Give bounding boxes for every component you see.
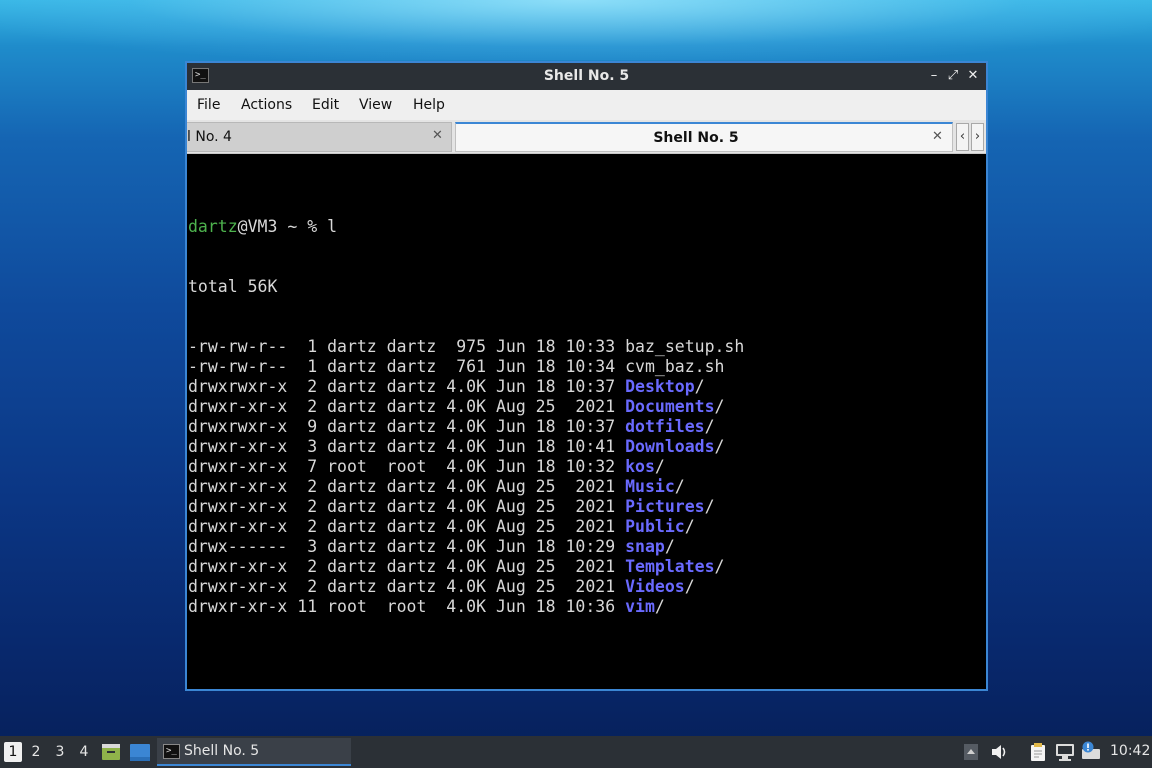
entry-suffix: / <box>714 557 725 576</box>
directory-name: Videos <box>625 577 685 596</box>
workspace-4[interactable]: 4 <box>75 742 93 762</box>
workspace-2[interactable]: 2 <box>27 742 45 762</box>
terminal-output[interactable]: dartz@VM3 ~ % l total 56K -rw-rw-r-- 1 d… <box>187 155 986 689</box>
file-manager-icon[interactable] <box>101 743 121 765</box>
task-label: Shell No. 5 <box>184 743 260 759</box>
entry-suffix: / <box>714 397 725 416</box>
entry-suffix: / <box>664 537 675 556</box>
ls-entry: drwxr-xr-x 2 dartz dartz 4.0K Aug 25 202… <box>188 397 744 417</box>
ls-entry: drwxr-xr-x 11 root root 4.0K Jun 18 10:3… <box>188 597 744 617</box>
menu-help[interactable]: Help <box>413 97 445 113</box>
network-icon[interactable] <box>1055 743 1075 765</box>
ls-entry: drwxr-xr-x 2 dartz dartz 4.0K Aug 25 202… <box>188 497 744 517</box>
maximize-button[interactable]: ⤢ <box>945 67 961 85</box>
title-bar[interactable]: >_ Shell No. 5 – ⤢ ✕ <box>187 63 986 90</box>
file-name: baz_setup.sh <box>625 337 745 356</box>
menu-view[interactable]: View <box>359 97 392 113</box>
ls-entry: -rw-rw-r-- 1 dartz dartz 761 Jun 18 10:3… <box>188 357 744 377</box>
entry-meta: -rw-rw-r-- 1 dartz dartz 975 Jun 18 10:3… <box>188 337 626 356</box>
entry-meta: drwxr-xr-x 2 dartz dartz 4.0K Aug 25 202… <box>188 497 626 516</box>
tab-scroll-left-icon[interactable]: ‹ <box>956 123 969 151</box>
ls-entry: -rw-rw-r-- 1 dartz dartz 975 Jun 18 10:3… <box>188 337 744 357</box>
total-line: total 56K <box>188 277 278 296</box>
ls-entry: drwxr-xr-x 2 dartz dartz 4.0K Aug 25 202… <box>188 477 744 497</box>
directory-name: Public <box>625 517 685 536</box>
entry-suffix: / <box>704 497 715 516</box>
tab-label: l No. 4 <box>187 129 232 145</box>
workspace-1[interactable]: 1 <box>4 742 22 762</box>
directory-name: Pictures <box>625 497 705 516</box>
directory-name: Desktop <box>625 377 695 396</box>
prompt-line: dartz@VM3 ~ % l <box>188 217 744 237</box>
entry-meta: drwxr-xr-x 2 dartz dartz 4.0K Aug 25 202… <box>188 477 626 496</box>
ls-entry: drwxr-xr-x 3 dartz dartz 4.0K Jun 18 10:… <box>188 437 744 457</box>
entry-meta: drwxrwxr-x 9 dartz dartz 4.0K Jun 18 10:… <box>188 417 626 436</box>
command-text: l <box>327 217 338 236</box>
ls-entry: drwxrwxr-x 9 dartz dartz 4.0K Jun 18 10:… <box>188 417 744 437</box>
ls-entry: drwx------ 3 dartz dartz 4.0K Jun 18 10:… <box>188 537 744 557</box>
directory-name: Music <box>625 477 675 496</box>
terminal-window: >_ Shell No. 5 – ⤢ ✕ File Actions Edit V… <box>185 61 988 691</box>
entry-suffix: / <box>674 477 685 496</box>
entry-meta: drwxr-xr-x 3 dartz dartz 4.0K Jun 18 10:… <box>188 437 626 456</box>
tab-shell-4[interactable]: l No. 4 ✕ <box>187 122 452 152</box>
entry-suffix: / <box>654 457 665 476</box>
clock[interactable]: 10:42 <box>1110 743 1150 759</box>
tab-close-icon[interactable]: ✕ <box>432 128 443 143</box>
clipboard-icon[interactable] <box>1028 742 1048 766</box>
entry-meta: drwxr-xr-x 11 root root 4.0K Jun 18 10:3… <box>188 597 626 616</box>
directory-name: Documents <box>625 397 715 416</box>
ls-entry: drwxr-xr-x 7 root root 4.0K Jun 18 10:32… <box>188 457 744 477</box>
taskbar: 1 2 3 4 >_ Shell No. 5 10:42 <box>0 736 1152 768</box>
file-name: cvm_baz.sh <box>625 357 725 376</box>
directory-name: Downloads <box>625 437 715 456</box>
tab-shell-5[interactable]: Shell No. 5 ✕ <box>455 122 953 152</box>
entry-suffix: / <box>684 577 695 596</box>
entry-suffix: / <box>714 437 725 456</box>
volume-icon[interactable] <box>991 744 1009 764</box>
window-title: Shell No. 5 <box>543 68 630 84</box>
tab-bar: l No. 4 ✕ Shell No. 5 ✕ ‹ › <box>187 120 986 154</box>
entry-meta: drwxr-xr-x 7 root root 4.0K Jun 18 10:32 <box>188 457 626 476</box>
directory-name: vim <box>625 597 655 616</box>
ls-entry: drwxr-xr-x 2 dartz dartz 4.0K Aug 25 202… <box>188 577 744 597</box>
menu-edit[interactable]: Edit <box>312 97 339 113</box>
ls-entry: drwxr-xr-x 2 dartz dartz 4.0K Aug 25 202… <box>188 517 744 537</box>
tab-scroll-right-icon[interactable]: › <box>971 123 984 151</box>
entry-suffix: / <box>704 417 715 436</box>
tray-arrow-icon[interactable] <box>964 744 978 764</box>
entry-meta: drwxr-xr-x 2 dartz dartz 4.0K Aug 25 202… <box>188 397 626 416</box>
minimize-button[interactable]: – <box>926 67 942 85</box>
show-desktop-icon[interactable] <box>130 744 150 765</box>
entry-meta: drwx------ 3 dartz dartz 4.0K Jun 18 10:… <box>188 537 626 556</box>
prompt-host: @VM3 ~ % <box>237 217 328 236</box>
entry-meta: -rw-rw-r-- 1 dartz dartz 761 Jun 18 10:3… <box>188 357 626 376</box>
directory-name: kos <box>625 457 655 476</box>
tab-label: Shell No. 5 <box>653 130 739 146</box>
task-shell-5[interactable]: >_ Shell No. 5 <box>157 738 351 766</box>
desktop-wallpaper <box>0 0 1152 60</box>
menu-actions[interactable]: Actions <box>241 97 292 113</box>
ls-entry: drwxr-xr-x 2 dartz dartz 4.0K Aug 25 202… <box>188 557 744 577</box>
directory-name: dotfiles <box>625 417 705 436</box>
menu-bar: File Actions Edit View Help <box>187 90 986 120</box>
close-button[interactable]: ✕ <box>965 67 981 85</box>
entry-meta: drwxr-xr-x 2 dartz dartz 4.0K Aug 25 202… <box>188 577 626 596</box>
entry-meta: drwxr-xr-x 2 dartz dartz 4.0K Aug 25 202… <box>188 557 626 576</box>
entry-meta: drwxr-xr-x 2 dartz dartz 4.0K Aug 25 202… <box>188 517 626 536</box>
menu-file[interactable]: File <box>197 97 220 113</box>
tab-close-icon[interactable]: ✕ <box>932 129 943 144</box>
ls-entry: drwxrwxr-x 2 dartz dartz 4.0K Jun 18 10:… <box>188 377 744 397</box>
directory-name: snap <box>625 537 665 556</box>
entry-suffix: / <box>654 597 665 616</box>
directory-name: Templates <box>625 557 715 576</box>
entry-meta: drwxrwxr-x 2 dartz dartz 4.0K Jun 18 10:… <box>188 377 626 396</box>
prompt-user: dartz <box>188 217 238 236</box>
entry-suffix: / <box>694 377 705 396</box>
terminal-icon: >_ <box>163 744 180 759</box>
notification-icon[interactable] <box>1081 741 1101 765</box>
workspace-3[interactable]: 3 <box>51 742 69 762</box>
entry-suffix: / <box>684 517 695 536</box>
